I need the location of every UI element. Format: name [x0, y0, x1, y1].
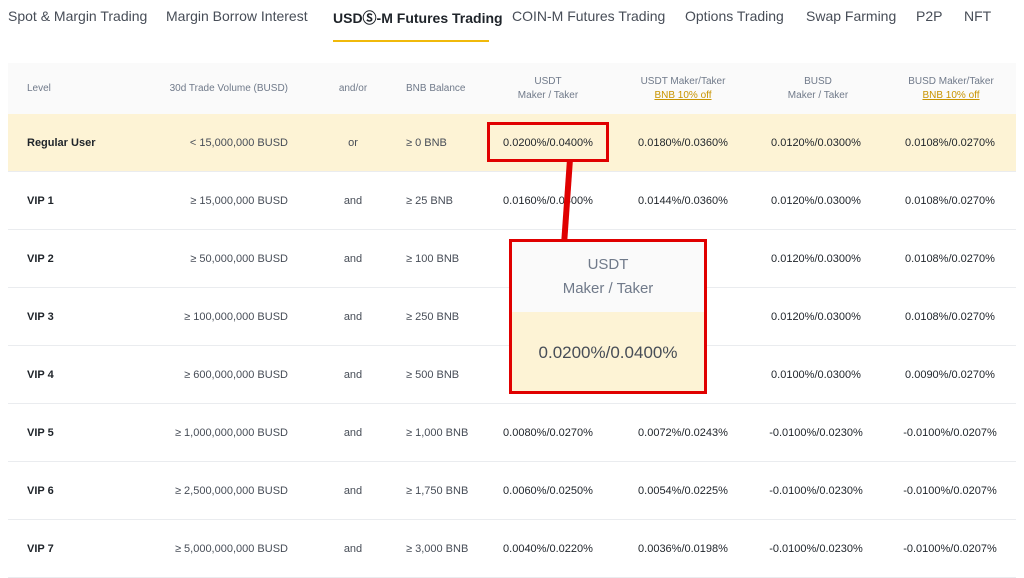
cell-busd-maker-taker: -0.0100%/0.0230%: [769, 485, 863, 497]
header-level: Level: [27, 82, 51, 94]
cell-and-or: and: [343, 369, 363, 381]
header-usdt-maker-taker: USDT Maker / Taker: [517, 75, 579, 101]
cell-busd-maker-taker-discount: -0.0100%/0.0207%: [903, 485, 997, 497]
cell-usdt-maker-taker: 0.0040%/0.0220%: [503, 543, 593, 555]
cell-usdt-maker-taker: 0.0160%/0.0400%: [503, 195, 593, 207]
header-busd-maker-taker-discount: BUSD Maker/Taker BNB 10% off: [908, 75, 994, 103]
cell-busd-maker-taker-discount: -0.0100%/0.0207%: [903, 427, 997, 439]
zoom-value: 0.0200%/0.0400%: [512, 312, 704, 391]
cell-level: Regular User: [27, 137, 96, 149]
cell-bnb-balance: ≥ 250 BNB: [406, 311, 460, 323]
cell-usdt-maker-taker: 0.0060%/0.0250%: [503, 485, 593, 497]
table-header: Level 30d Trade Volume (BUSD) and/or BNB…: [8, 63, 1016, 114]
cell-volume: < 15,000,000 BUSD: [189, 137, 288, 149]
cell-usdt-maker-taker-discount: 0.0072%/0.0243%: [638, 427, 728, 439]
cell-level: VIP 7: [27, 543, 54, 555]
cell-busd-maker-taker: 0.0100%/0.0300%: [771, 369, 861, 381]
header-volume: 30d Trade Volume (BUSD): [169, 82, 288, 94]
cell-busd-maker-taker-discount: 0.0108%/0.0270%: [905, 311, 995, 323]
cell-busd-maker-taker-discount: 0.0108%/0.0270%: [905, 253, 995, 265]
cell-and-or: and: [343, 253, 363, 265]
cell-bnb-balance: ≥ 25 BNB: [406, 195, 454, 207]
header-usdt-maker-taker-discount: USDT Maker/Taker BNB 10% off: [640, 75, 726, 103]
tab-nft[interactable]: NFT: [964, 8, 991, 24]
table-row: VIP 6 ≥ 2,500,000,000 BUSD and ≥ 1,750 BNB 0…: [8, 462, 1016, 520]
tab-coin-m-futures-trading[interactable]: COIN-M Futures Trading: [512, 8, 665, 24]
cell-volume: ≥ 5,000,000,000 BUSD: [174, 543, 288, 555]
cell-volume: ≥ 600,000,000 BUSD: [184, 369, 288, 381]
cell-busd-maker-taker: 0.0120%/0.0300%: [771, 253, 861, 265]
cell-and-or: or: [348, 137, 358, 149]
cell-level: VIP 1: [27, 195, 54, 207]
tab-margin-borrow-interest[interactable]: Margin Borrow Interest: [166, 8, 308, 24]
cell-busd-maker-taker: 0.0120%/0.0300%: [771, 195, 861, 207]
header-busd-maker-taker: BUSD Maker / Taker: [787, 75, 849, 101]
cell-level: VIP 4: [27, 369, 54, 381]
fee-category-tabs: Spot & Margin Trading Margin Borrow Inte…: [0, 0, 1024, 44]
cell-busd-maker-taker: 0.0120%/0.0300%: [771, 311, 861, 323]
cell-usdt-maker-taker-discount: 0.0180%/0.0360%: [638, 137, 728, 149]
cell-bnb-balance: ≥ 3,000 BNB: [406, 543, 469, 555]
bnb-discount-link[interactable]: BNB 10% off: [922, 89, 979, 103]
cell-bnb-balance: ≥ 500 BNB: [406, 369, 460, 381]
header-and-or: and/or: [338, 82, 368, 94]
table-row: VIP 1 ≥ 15,000,000 BUSD and ≥ 25 BNB 0.0160%…: [8, 172, 1016, 230]
tab-usds-m-futures-trading[interactable]: USDⓈ-M Futures Trading: [333, 8, 503, 28]
cell-busd-maker-taker: -0.0100%/0.0230%: [769, 543, 863, 555]
cell-volume: ≥ 2,500,000,000 BUSD: [174, 485, 288, 497]
cell-busd-maker-taker-discount: 0.0108%/0.0270%: [905, 195, 995, 207]
cell-busd-maker-taker-discount: 0.0108%/0.0270%: [905, 137, 995, 149]
cell-bnb-balance: ≥ 1,000 BNB: [406, 427, 469, 439]
zoom-header: USDT Maker / Taker: [512, 242, 704, 312]
cell-bnb-balance: ≥ 1,750 BNB: [406, 485, 469, 497]
cell-and-or: and: [343, 543, 363, 555]
tab-swap-farming[interactable]: Swap Farming: [806, 8, 896, 24]
cell-level: VIP 3: [27, 311, 54, 323]
cell-level: VIP 6: [27, 485, 54, 497]
zoom-callout: USDT Maker / Taker 0.0200%/0.0400%: [509, 239, 707, 394]
cell-and-or: and: [343, 195, 363, 207]
cell-usdt-maker-taker: 0.0080%/0.0270%: [503, 427, 593, 439]
table-row: VIP 7 ≥ 5,000,000,000 BUSD and ≥ 3,000 BNB 0…: [8, 520, 1016, 578]
table-row: VIP 5 ≥ 1,000,000,000 BUSD and ≥ 1,000 BNB 0…: [8, 404, 1016, 462]
cell-busd-maker-taker: -0.0100%/0.0230%: [769, 427, 863, 439]
cell-level: VIP 5: [27, 427, 54, 439]
cell-busd-maker-taker: 0.0120%/0.0300%: [771, 137, 861, 149]
tab-options-trading[interactable]: Options Trading: [685, 8, 784, 24]
cell-volume: ≥ 1,000,000,000 BUSD: [174, 427, 288, 439]
header-bnb-balance: BNB Balance: [406, 82, 466, 94]
cell-busd-maker-taker-discount: -0.0100%/0.0207%: [903, 543, 997, 555]
cell-and-or: and: [343, 485, 363, 497]
cell-bnb-balance: ≥ 100 BNB: [406, 253, 460, 265]
cell-volume: ≥ 50,000,000 BUSD: [190, 253, 288, 265]
cell-usdt-maker-taker-discount: 0.0144%/0.0360%: [638, 195, 728, 207]
cell-volume: ≥ 15,000,000 BUSD: [190, 195, 288, 207]
highlight-box: [487, 122, 609, 162]
cell-and-or: and: [343, 311, 363, 323]
cell-usdt-maker-taker-discount: 0.0054%/0.0225%: [638, 485, 728, 497]
cell-busd-maker-taker-discount: 0.0090%/0.0270%: [905, 369, 995, 381]
cell-level: VIP 2: [27, 253, 54, 265]
cell-and-or: and: [343, 427, 363, 439]
cell-volume: ≥ 100,000,000 BUSD: [184, 311, 288, 323]
cell-bnb-balance: ≥ 0 BNB: [406, 137, 447, 149]
tab-spot-margin-trading[interactable]: Spot & Margin Trading: [8, 8, 147, 24]
tab-p2p[interactable]: P2P: [916, 8, 942, 24]
active-tab-indicator: [333, 40, 489, 42]
bnb-discount-link[interactable]: BNB 10% off: [654, 89, 711, 103]
cell-usdt-maker-taker-discount: 0.0036%/0.0198%: [638, 543, 728, 555]
